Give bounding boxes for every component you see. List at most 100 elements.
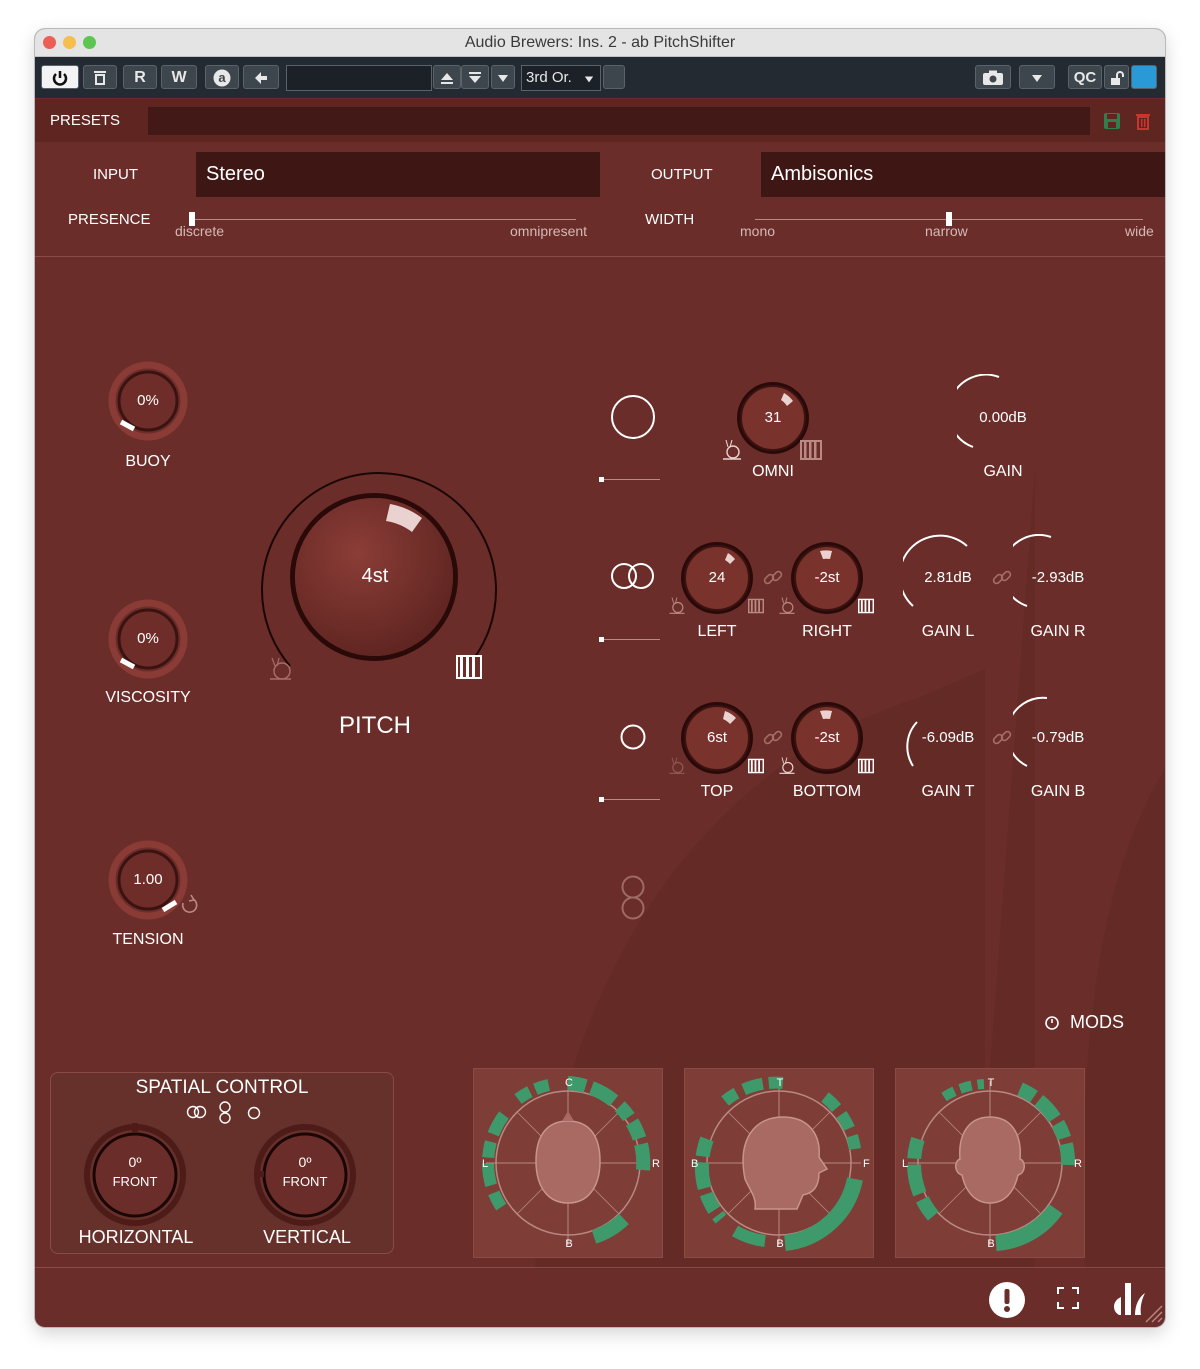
settings-menu-button[interactable]	[1019, 65, 1055, 89]
plugin-window: Audio Brewers: Ins. 2 - ab PitchShifter …	[35, 29, 1165, 1327]
side-view-right-label: F	[863, 1158, 870, 1170]
omni-label: OMNI	[752, 463, 794, 480]
stereo-mini-slider[interactable]	[600, 639, 660, 640]
stereo-mini-slider-handle[interactable]	[599, 637, 604, 642]
chevron-down-icon	[584, 76, 594, 83]
input-label: INPUT	[93, 166, 138, 183]
omni-mode-icon[interactable]	[610, 394, 656, 440]
power-button[interactable]	[41, 65, 79, 89]
mods-button[interactable]: MODS	[1070, 1012, 1124, 1033]
front-view-left-label: L	[902, 1158, 908, 1170]
fullscreen-icon[interactable]	[1057, 1287, 1079, 1309]
presence-min-label: discrete	[175, 223, 225, 239]
right-label: RIGHT	[802, 623, 852, 640]
preset-browser-field[interactable]	[148, 107, 1090, 135]
delete-preset-icon[interactable]	[1135, 112, 1151, 130]
next-preset-button[interactable]	[461, 65, 489, 89]
chevron-down-icon	[498, 75, 508, 82]
alert-icon[interactable]	[988, 1281, 1026, 1319]
window-color-button[interactable]	[1131, 65, 1157, 89]
output-format-select[interactable]: Ambisonics	[761, 152, 1165, 197]
piano-keys-icon[interactable]	[455, 654, 483, 680]
unlock-icon	[1110, 71, 1124, 85]
front-view-right-label: R	[1074, 1158, 1082, 1170]
gain-t-value: -6.09dB	[921, 729, 975, 746]
front-view-bottom-label: B	[987, 1238, 994, 1250]
figure-eight-mode-icon[interactable]	[218, 1101, 232, 1125]
figure-eight-mode-icon[interactable]	[619, 875, 647, 921]
link-icon[interactable]	[762, 727, 784, 749]
bottom-value: -2st	[814, 729, 840, 746]
stereo-mode-icon[interactable]	[610, 562, 656, 590]
snail-icon[interactable]	[667, 755, 687, 775]
gain-label: GAIN	[983, 463, 1023, 480]
preset-name-field[interactable]	[286, 65, 432, 91]
lock-button[interactable]	[1104, 65, 1129, 89]
gain-value: 0.00dB	[979, 409, 1027, 426]
link-icon[interactable]	[762, 567, 784, 589]
bypass-button[interactable]	[83, 65, 117, 89]
vertical-mini-slider-handle[interactable]	[599, 797, 604, 802]
visualizer-front-view: T L R B	[895, 1068, 1085, 1258]
window-title: Audio Brewers: Ins. 2 - ab PitchShifter	[464, 34, 736, 51]
snail-icon[interactable]	[267, 654, 295, 682]
resize-grip-icon[interactable]	[1141, 1301, 1163, 1323]
pitch-value: 4st	[361, 565, 389, 587]
stereo-mode-icon[interactable]	[186, 1105, 208, 1119]
chevron-down-icon	[1032, 75, 1042, 82]
side-view-left-label: B	[691, 1158, 698, 1170]
tension-value: 1.00	[133, 871, 163, 888]
width-max-label: wide	[1125, 223, 1154, 239]
right-value: -2st	[814, 569, 840, 586]
piano-keys-icon[interactable]	[799, 439, 823, 461]
omni-mini-slider-handle[interactable]	[599, 477, 604, 482]
spatial-control-title: SPATIAL CONTROL	[135, 1077, 309, 1098]
snail-icon[interactable]	[721, 437, 743, 461]
bypass-icon	[94, 71, 106, 85]
piano-keys-icon[interactable]	[857, 598, 875, 614]
bottom-label: BOTTOM	[792, 783, 862, 800]
read-automation-button[interactable]: R	[123, 65, 157, 89]
power-icon[interactable]	[1045, 1016, 1059, 1030]
omni-mode-icon[interactable]	[247, 1106, 261, 1120]
piano-keys-icon[interactable]	[857, 758, 875, 774]
side-view-bottom-label: B	[776, 1238, 783, 1250]
tension-label: TENSION	[112, 931, 184, 948]
presets-bar: PRESETS	[35, 99, 1165, 142]
visualizer-top-view: C L R B	[473, 1068, 663, 1258]
piano-keys-icon[interactable]	[747, 758, 765, 774]
horizontal-label: HORIZONTAL	[78, 1227, 194, 1247]
save-preset-icon[interactable]	[1103, 112, 1121, 130]
order-select[interactable]: 3rd Or.	[521, 65, 601, 91]
title-bar: Audio Brewers: Ins. 2 - ab PitchShifter	[35, 29, 1165, 57]
piano-keys-icon[interactable]	[747, 598, 765, 614]
snail-icon[interactable]	[777, 595, 797, 615]
presence-label: PRESENCE	[68, 211, 151, 228]
front-view-top-label: T	[988, 1077, 995, 1089]
top-view-top-label: C	[565, 1077, 573, 1089]
visualizer-side-view: T B F B	[684, 1068, 874, 1258]
gain-b-label: GAIN B	[1030, 783, 1086, 800]
presence-slider-track[interactable]	[190, 219, 576, 220]
top-view-display: C L R B	[482, 1076, 660, 1250]
omni-mini-slider[interactable]	[600, 479, 660, 480]
link-icon[interactable]	[991, 727, 1013, 749]
preset-a-button[interactable]: a	[205, 65, 239, 89]
arrow-down-icon	[469, 72, 481, 83]
snail-icon[interactable]	[667, 595, 687, 615]
write-automation-button[interactable]: W	[161, 65, 197, 89]
back-button[interactable]	[243, 65, 279, 89]
vertical-mode-icon[interactable]	[619, 723, 647, 751]
gain-t-label: GAIN T	[921, 783, 975, 800]
arrow-up-icon	[441, 73, 453, 84]
side-chain-button[interactable]	[603, 65, 625, 89]
snail-icon[interactable]	[777, 755, 797, 775]
vertical-mini-slider[interactable]	[600, 799, 660, 800]
qc-button[interactable]: QC	[1068, 65, 1102, 89]
previous-preset-button[interactable]	[433, 65, 461, 89]
output-label: OUTPUT	[651, 166, 713, 183]
link-icon[interactable]	[991, 567, 1013, 589]
snapshot-button[interactable]	[975, 65, 1011, 89]
input-format-select[interactable]: Stereo	[196, 152, 600, 197]
preset-menu-button[interactable]	[491, 65, 515, 89]
